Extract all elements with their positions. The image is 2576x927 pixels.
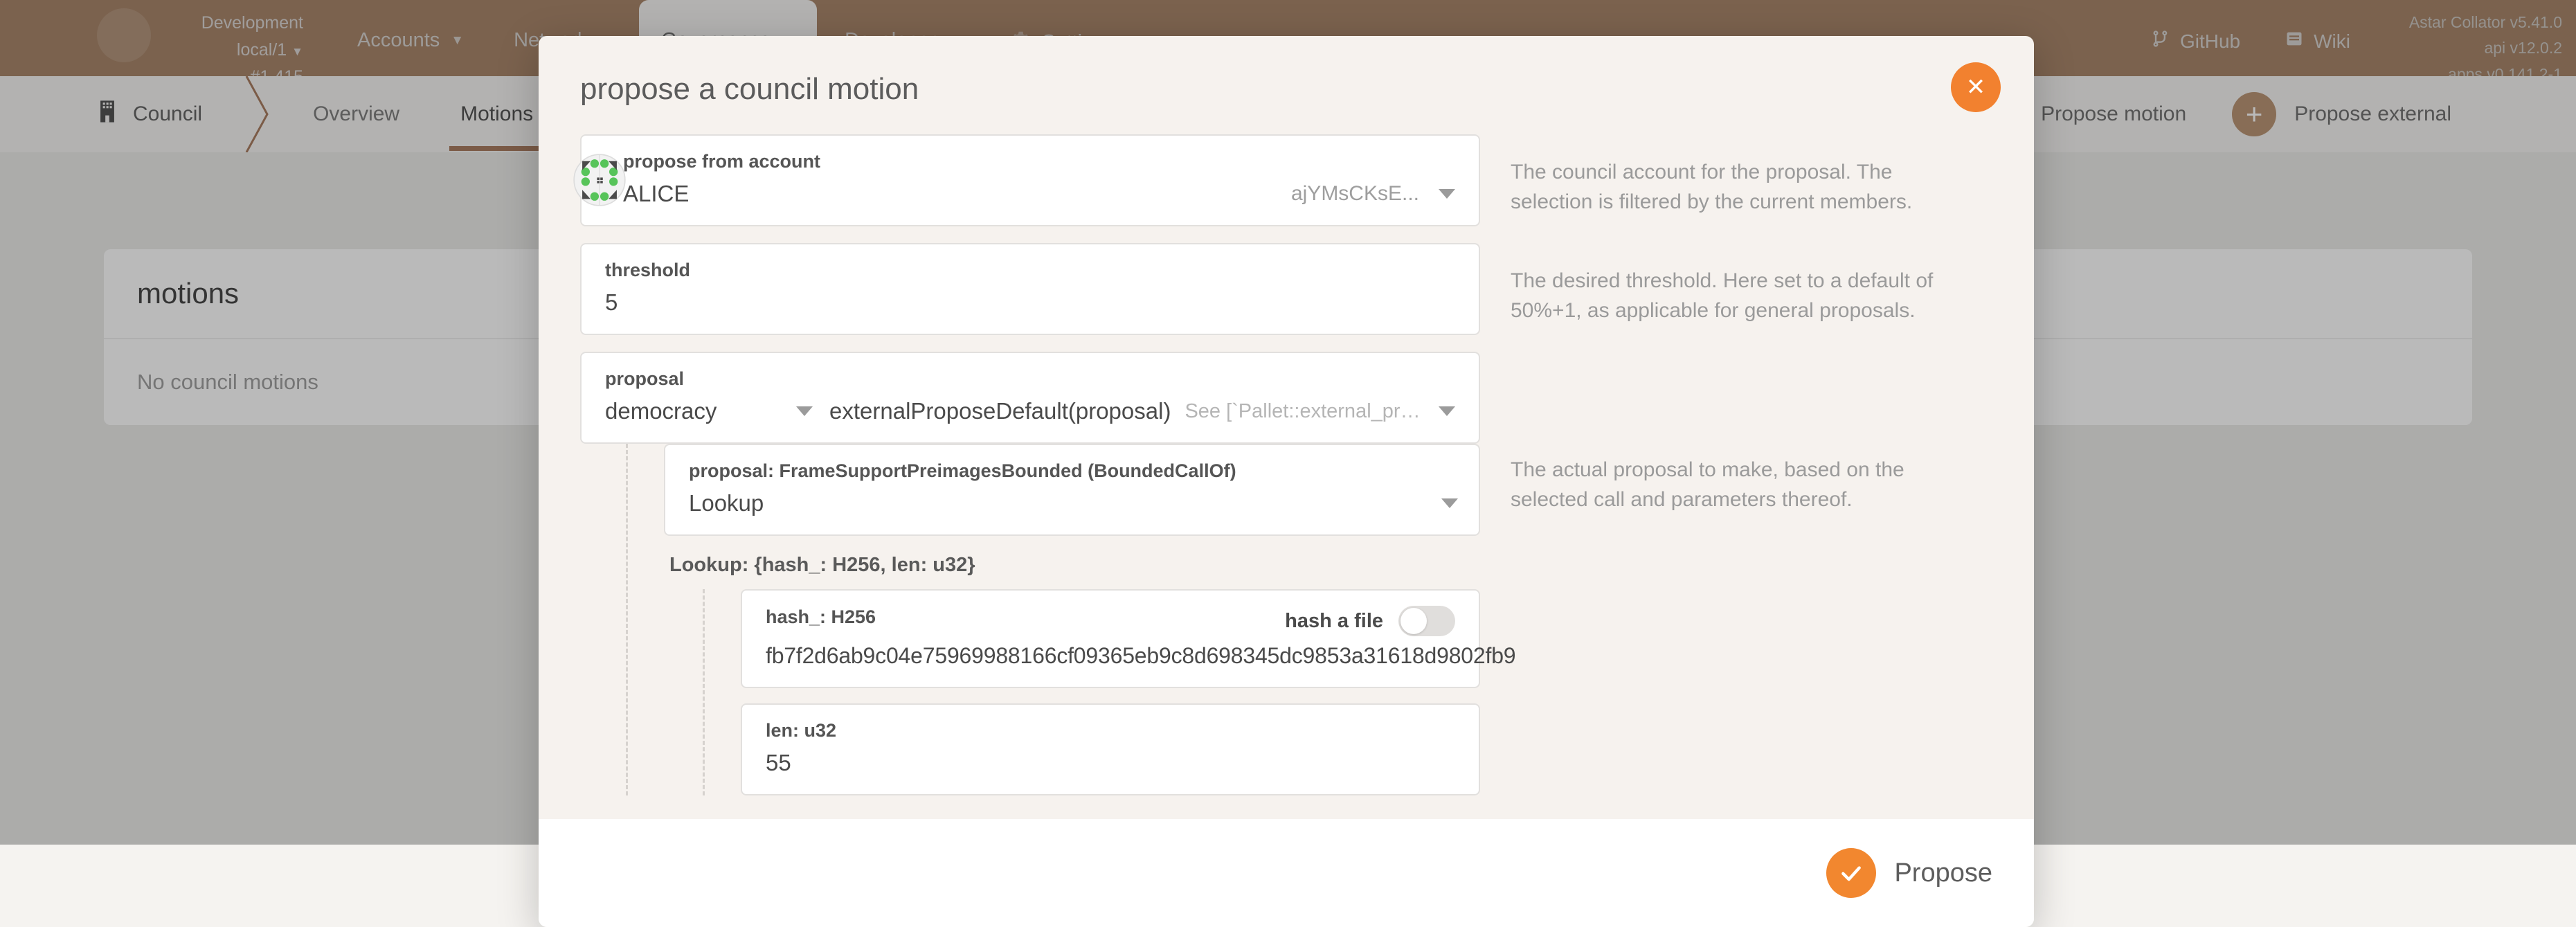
hash-a-file-label: hash a file xyxy=(1285,610,1383,633)
account-value: ALICE xyxy=(623,181,689,207)
chevron-down-icon[interactable] xyxy=(1439,406,1455,416)
proposal-method-doc: See [`Pallet::external_propose_... xyxy=(1185,400,1423,423)
modal-footer: Propose xyxy=(539,819,2034,927)
chevron-down-icon[interactable] xyxy=(1441,498,1458,508)
proposal-row: proposal democracy externalProposeDefaul… xyxy=(580,352,1992,795)
len-field[interactable]: len: u32 55 xyxy=(741,703,1480,795)
close-icon[interactable]: ✕ xyxy=(1951,62,2001,112)
propose-button[interactable]: Propose xyxy=(1826,848,1992,898)
threshold-help-text: The desired threshold. Here set to a def… xyxy=(1480,243,1958,325)
account-help-text: The council account for the proposal. Th… xyxy=(1480,134,1958,217)
modal-title: propose a council motion xyxy=(580,72,1992,107)
hash-value[interactable]: fb7f2d6ab9c04e75969988166cf09365eb9c8d69… xyxy=(766,643,1455,669)
threshold-field-label: threshold xyxy=(605,260,1455,281)
proposal-help-text: The actual proposal to make, based on th… xyxy=(1480,352,1958,514)
hash-field-label: hash_: H256 xyxy=(766,606,876,628)
proposal-module-value: democracy xyxy=(605,398,717,424)
len-field-label: len: u32 xyxy=(766,720,1455,741)
account-row: propose from account ALICE ajYMsCKsE... … xyxy=(580,134,1992,226)
bounded-call-value: Lookup xyxy=(689,490,764,516)
propose-council-motion-modal: propose a council motion ✕ xyxy=(539,36,2034,927)
modal-body: propose from account ALICE ajYMsCKsE... … xyxy=(539,134,2034,819)
proposal-params-group: proposal: FrameSupportPreimagesBounded (… xyxy=(626,444,1480,795)
proposal-field-label: proposal xyxy=(605,368,1455,390)
account-address-short: ajYMsCKsE... xyxy=(1291,182,1419,206)
proposal-method-value: externalProposeDefault(proposal) xyxy=(829,398,1171,424)
account-identicon xyxy=(573,154,626,206)
proposal-call-field[interactable]: proposal democracy externalProposeDefaul… xyxy=(580,352,1480,444)
bounded-call-field[interactable]: proposal: FrameSupportPreimagesBounded (… xyxy=(664,444,1480,536)
proposal-module-select[interactable]: democracy xyxy=(605,398,813,424)
lookup-struct-label: Lookup: {hash_: H256, len: u32} xyxy=(664,536,1480,589)
threshold-row: threshold 5 The desired threshold. Here … xyxy=(580,243,1992,335)
hash-field[interactable]: hash_: H256 hash a file fb7f2d6ab9c04e75… xyxy=(741,589,1480,688)
chevron-down-icon[interactable] xyxy=(1439,189,1455,199)
chevron-down-icon xyxy=(796,406,813,416)
hash-a-file-toggle[interactable] xyxy=(1398,606,1455,636)
len-value[interactable]: 55 xyxy=(766,750,1455,776)
account-field-label: propose from account xyxy=(623,151,1455,172)
propose-button-label: Propose xyxy=(1894,858,1992,888)
lookup-params-group: hash_: H256 hash a file fb7f2d6ab9c04e75… xyxy=(703,589,1480,795)
propose-from-account-field[interactable]: propose from account ALICE ajYMsCKsE... xyxy=(580,134,1480,226)
check-icon xyxy=(1826,848,1876,898)
threshold-value[interactable]: 5 xyxy=(605,289,1455,316)
bounded-call-label: proposal: FrameSupportPreimagesBounded (… xyxy=(689,460,1458,482)
threshold-field[interactable]: threshold 5 xyxy=(580,243,1480,335)
modal-header: propose a council motion ✕ xyxy=(539,36,2034,134)
